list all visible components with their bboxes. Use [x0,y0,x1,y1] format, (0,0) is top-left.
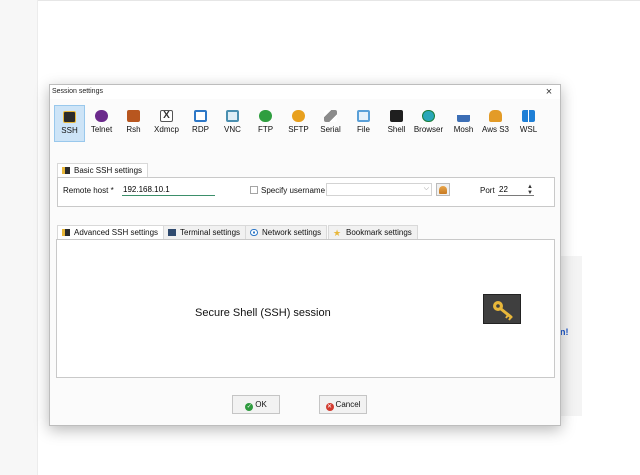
protocol-label: Xdmcp [154,125,179,134]
ok-label: OK [255,400,267,409]
telnet-icon [95,110,108,122]
protocol-ssh[interactable]: SSH [54,105,85,142]
protocol-ftp[interactable]: FTP [250,105,281,142]
check-icon: ✓ [245,403,254,411]
ssh-icon [63,111,76,123]
cancel-label: Cancel [335,400,361,409]
user-icon [439,186,447,194]
protocol-telnet[interactable]: Telnet [86,105,117,142]
tab-network-settings[interactable]: Network settings [245,225,328,239]
vnc-icon [226,110,239,122]
port-label: Port [480,186,495,195]
ok-button[interactable]: ✓ OK [232,395,280,414]
protocol-mosh[interactable]: Mosh [448,105,479,142]
tab-label: Network settings [262,228,322,237]
remote-host-input[interactable] [122,183,215,196]
protocol-vnc[interactable]: VNC [217,105,248,142]
protocol-wsl[interactable]: WSL [513,105,544,142]
protocol-xdmcp[interactable]: X Xdmcp [151,105,182,142]
spin-down-icon[interactable]: ▼ [527,190,533,196]
protocol-label: Telnet [90,125,113,134]
background-app-link-text[interactable]: n! [560,327,569,337]
protocol-sftp[interactable]: SFTP [283,105,314,142]
session-settings-dialog: Session settings × SSH Telnet Rsh X Xdmc… [49,84,561,426]
protocol-browser[interactable]: Browser [413,105,444,142]
specify-username-checkbox[interactable] [250,186,258,194]
star-icon: ★ [333,228,342,238]
protocol-file[interactable]: File [348,105,379,142]
port-spinner[interactable]: ▲ ▼ [527,184,533,196]
user-manager-button[interactable] [436,183,450,196]
background-app-sidebar [0,0,38,475]
mosh-icon [457,110,470,122]
rdp-icon [194,110,207,122]
cancel-button[interactable]: ✕ Cancel [319,395,367,414]
protocol-aws-s3[interactable]: Aws S3 [480,105,511,142]
background-app-top-border [38,0,640,1]
terminal-icon [168,229,176,236]
ftp-icon [259,110,272,122]
ssh-settings-icon [62,167,70,174]
tab-terminal-settings[interactable]: Terminal settings [163,225,247,239]
file-icon [357,110,370,122]
key-icon [483,294,521,324]
protocol-label: FTP [257,125,274,134]
dialog-title-bar[interactable]: Session settings × [50,85,560,99]
protocol-label: Aws S3 [482,125,509,134]
dialog-title: Session settings [52,88,103,95]
protocol-rsh[interactable]: Rsh [118,105,149,142]
aws-s3-icon [489,110,502,122]
serial-icon [324,110,337,122]
tab-label: Basic SSH settings [74,166,143,175]
tab-bookmark-settings[interactable]: ★ Bookmark settings [328,225,418,239]
close-button[interactable]: × [538,85,560,99]
network-icon [250,229,258,236]
tab-label: Advanced SSH settings [74,228,159,237]
protocol-label: Serial [320,125,341,134]
sftp-icon [292,110,305,122]
protocol-label: Mosh [453,125,474,134]
protocol-rdp[interactable]: RDP [185,105,216,142]
cancel-icon: ✕ [325,403,334,411]
protocol-label: SSH [61,126,78,135]
tab-advanced-ssh-settings[interactable]: Advanced SSH settings [57,225,165,239]
shell-icon [390,110,403,122]
ssh-settings-icon [62,229,70,236]
username-select[interactable]: ⌵ [326,183,432,196]
wsl-icon [522,110,535,122]
protocol-label: SFTP [288,125,309,134]
remote-host-label: Remote host * [63,186,114,195]
chevron-down-icon: ⌵ [423,185,429,192]
protocol-label: Shell [387,125,406,134]
protocol-shell[interactable]: Shell [381,105,412,142]
protocol-label: Rsh [126,125,141,134]
protocol-label: File [357,125,370,134]
specify-username-label[interactable]: Specify username [261,186,325,195]
session-title: Secure Shell (SSH) session [195,307,331,319]
protocol-serial[interactable]: Serial [315,105,346,142]
browser-icon [422,110,435,122]
protocol-label: RDP [192,125,209,134]
tab-basic-ssh-settings[interactable]: Basic SSH settings [57,163,149,177]
tab-label: Terminal settings [180,228,241,237]
rsh-icon [127,110,140,122]
protocol-label: VNC [224,125,241,134]
xdmcp-icon: X [160,110,173,122]
protocol-label: Browser [413,125,444,134]
protocol-label: WSL [519,125,538,134]
tab-label: Bookmark settings [346,228,412,237]
key-graphic [493,301,513,321]
